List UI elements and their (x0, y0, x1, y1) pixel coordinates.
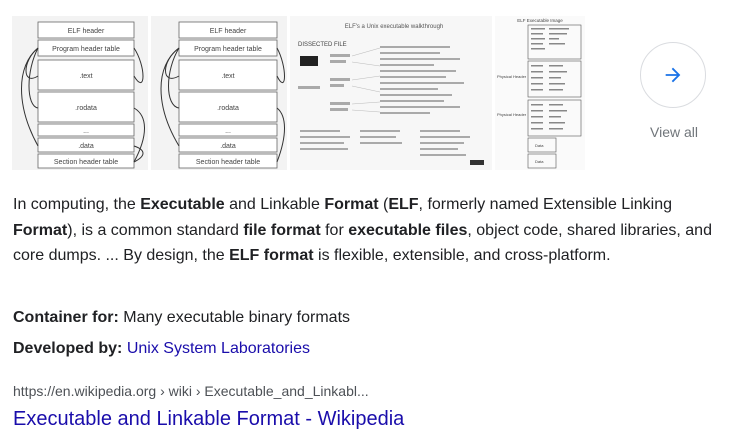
image-strip: ELF header Program header table .text .r… (12, 16, 585, 170)
box-label: Section header table (54, 159, 118, 166)
box-label: ... (225, 128, 231, 135)
box-label: ... (83, 128, 89, 135)
view-all-label: View all (650, 124, 698, 140)
description-text: In computing, the (13, 196, 141, 213)
box-label: Program header table (52, 46, 120, 53)
box-label: .text (221, 73, 234, 80)
box-label: .data (220, 143, 236, 150)
fact-container-for: Container for: Many executable binary fo… (13, 307, 350, 329)
description-text: and Linkable (224, 196, 325, 213)
elf-layout-thumbnail-1[interactable]: ELF header Program header table .text .r… (12, 16, 148, 170)
result-title-link[interactable]: Executable and Linkable Format - Wikiped… (13, 408, 404, 431)
box-label: ELF header (68, 28, 105, 35)
description-bold-term: executable files (348, 221, 468, 239)
fact-label: Container for: (13, 309, 119, 326)
description-bold-term: Executable (140, 196, 225, 213)
description-text: ), is a common standard (67, 221, 244, 239)
source-breadcrumb: https://en.wikipedia.org › wiki › Execut… (13, 383, 369, 399)
view-all-circle[interactable] (640, 42, 706, 108)
box-label: .rodata (217, 105, 239, 112)
cell-label: Data (535, 159, 544, 164)
description-bold-term: Format (324, 196, 379, 213)
row-label: Physical Header (497, 112, 527, 117)
box-label: .rodata (75, 105, 97, 112)
description-text: , formerly named Extensible Linking (418, 196, 672, 213)
elf-executable-image-table: ELF Executable Image Physical Header Phy… (495, 16, 585, 170)
diagram-heading: ELF's a Unix executable walkthrough (345, 24, 444, 30)
description-bold-term: ELF (388, 196, 419, 213)
row-label: Physical Header (497, 74, 527, 79)
elf-layout-diagram-1: ELF header Program header table .text .r… (12, 16, 148, 170)
table-heading: ELF Executable Image (517, 18, 563, 23)
elf-dissected-file-diagram: ELF's a Unix executable walkthrough DISS… (290, 16, 492, 170)
elf-dissected-thumbnail[interactable]: ELF's a Unix executable walkthrough DISS… (290, 16, 492, 170)
elf-executable-thumbnail[interactable]: ELF Executable Image Physical Header Phy… (495, 16, 585, 170)
description-text: ( (378, 196, 389, 213)
cell-label: Data (535, 143, 544, 148)
box-label: Program header table (194, 46, 262, 53)
description-bold-term: file format (243, 221, 321, 239)
fact-value: Many executable binary formats (123, 309, 351, 326)
description-text: for (320, 221, 349, 239)
arrow-right-icon (665, 67, 681, 83)
box-label: .data (78, 143, 94, 150)
developer-link[interactable]: Unix System Laboratories (127, 340, 310, 357)
description-text: is flexible, extensible, and cross-platf… (313, 247, 611, 264)
description-bold-term: Format (13, 221, 68, 239)
description-snippet: In computing, the Executable and Linkabl… (13, 192, 725, 269)
fact-developed-by: Developed by: Unix System Laboratories (13, 338, 310, 360)
box-label: Section header table (196, 159, 260, 166)
elf-layout-thumbnail-2[interactable]: ELF header Program header table .text .r… (151, 16, 287, 170)
description-bold-term: ELF format (229, 247, 314, 264)
view-all-button[interactable]: View all (640, 42, 708, 140)
fact-label: Developed by: (13, 340, 123, 357)
box-label: .text (79, 73, 92, 80)
elf-layout-diagram-2: ELF header Program header table .text .r… (151, 16, 287, 170)
box-label: ELF header (210, 28, 247, 35)
diagram-subheading: DISSECTED FILE (298, 42, 347, 48)
